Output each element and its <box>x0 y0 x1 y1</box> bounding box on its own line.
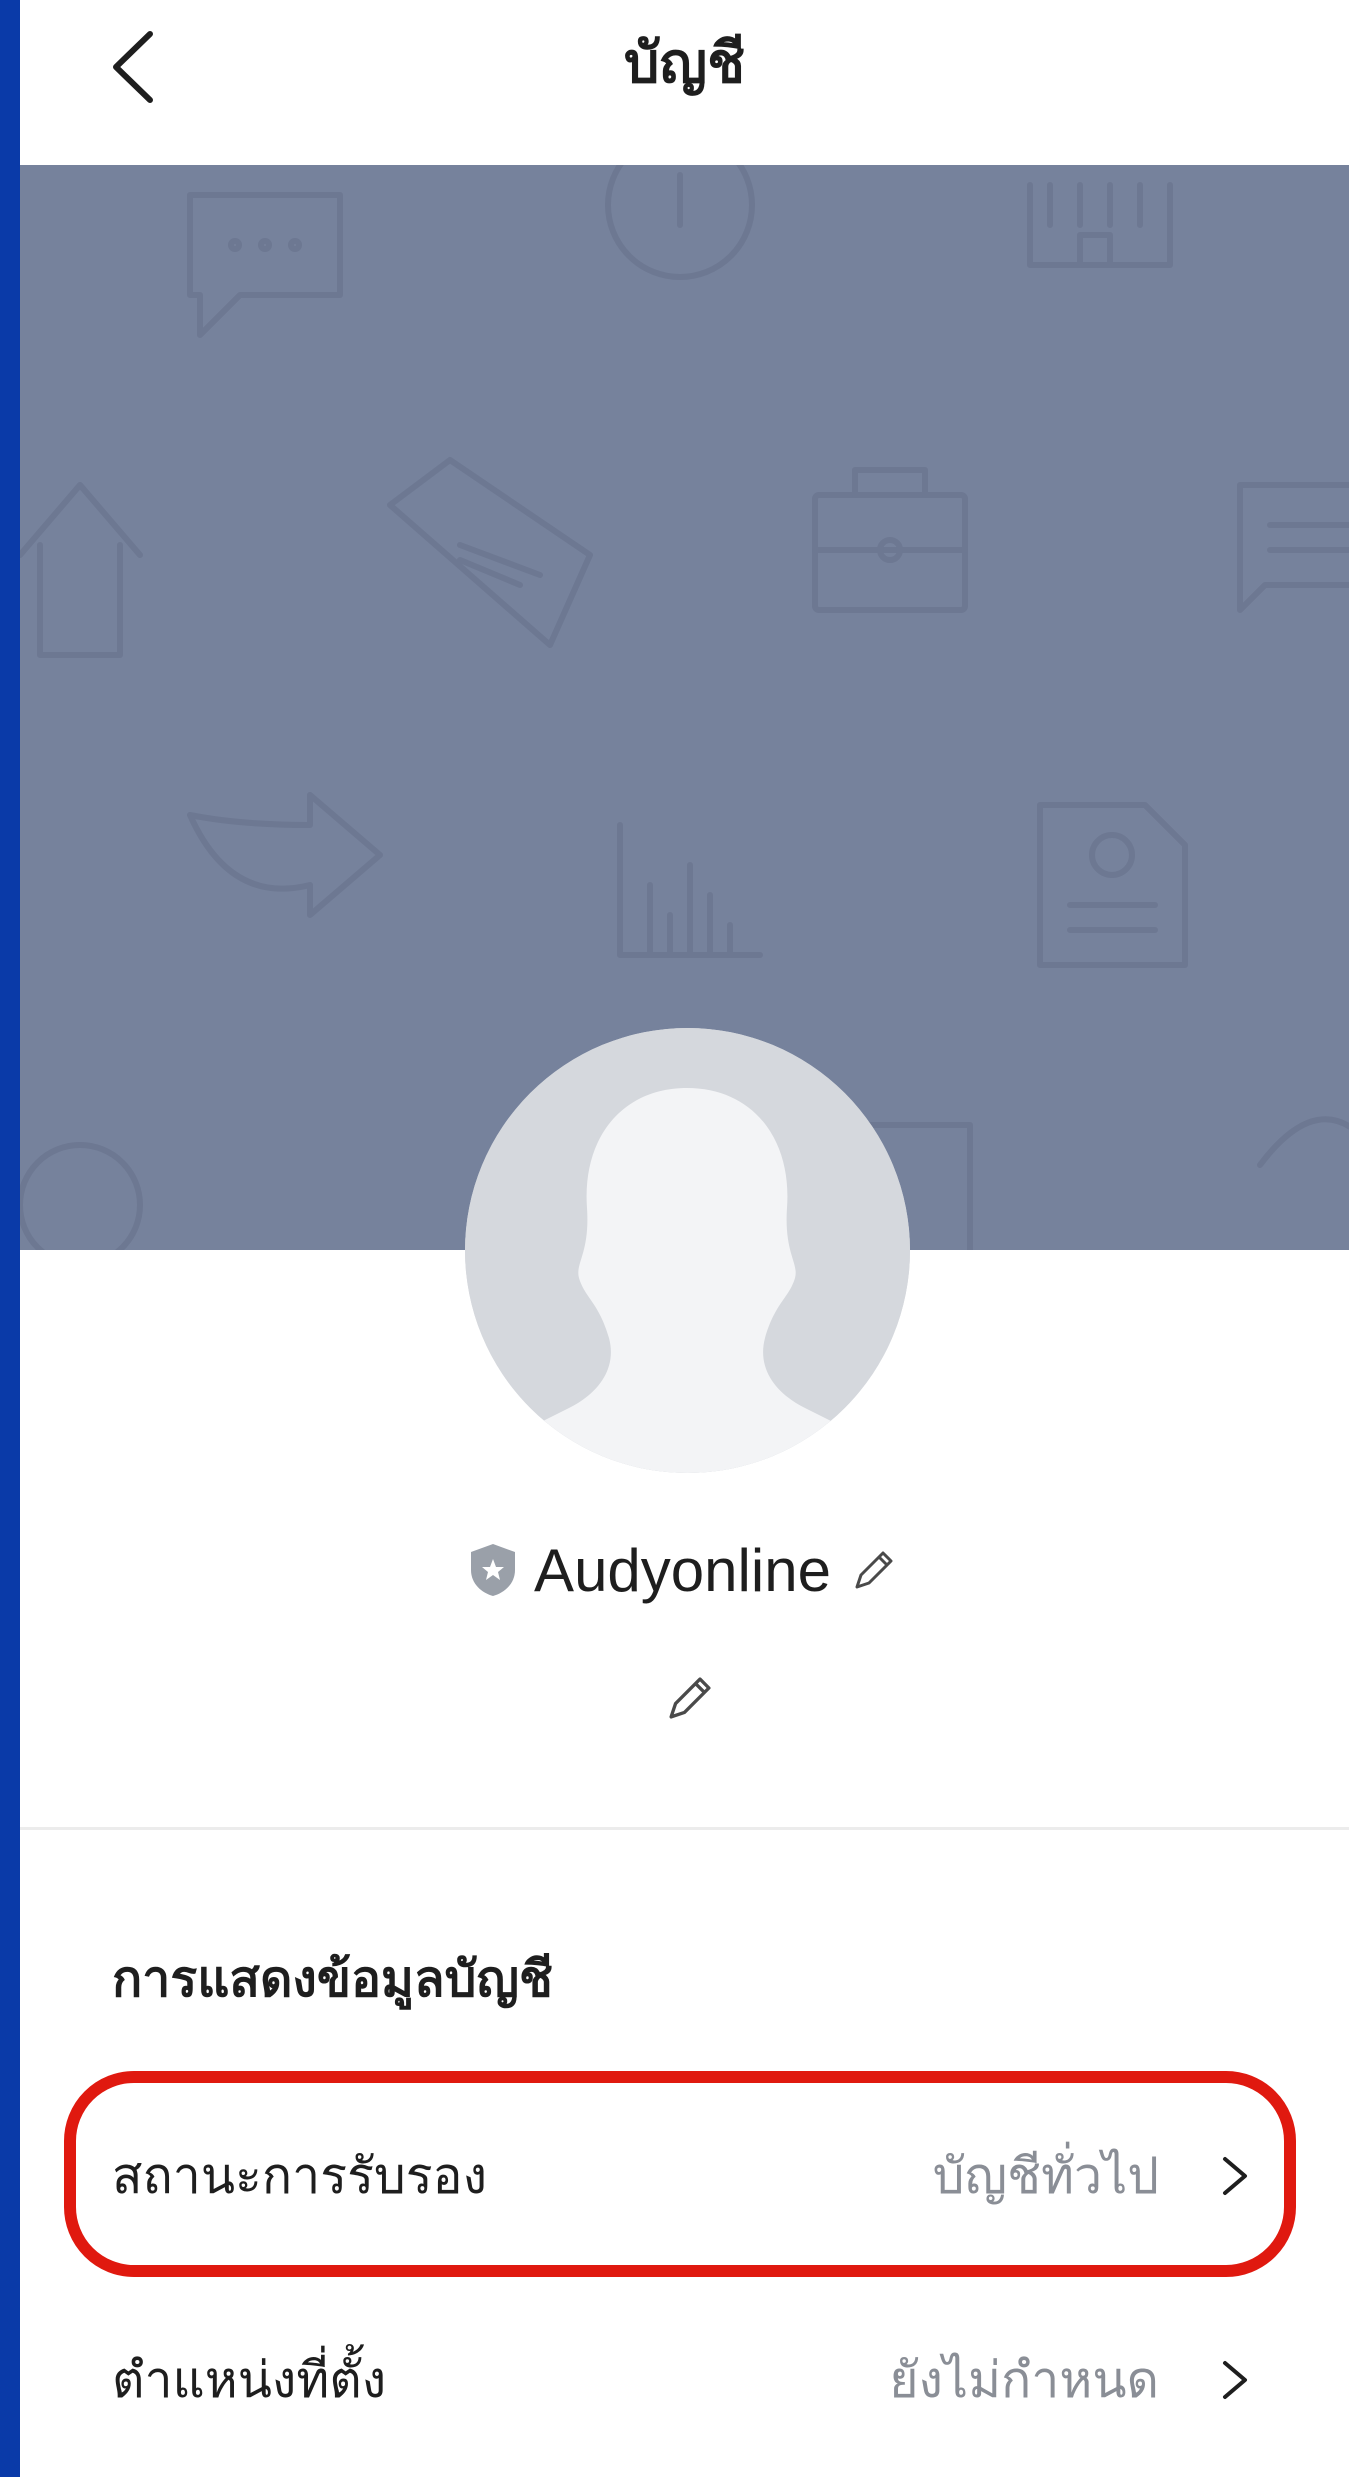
section-divider <box>20 1827 1349 1830</box>
shield-badge-icon <box>468 1542 518 1598</box>
edit-name-button[interactable] <box>847 1543 901 1597</box>
pencil-icon <box>669 1677 711 1719</box>
left-edge-strip <box>0 0 20 2477</box>
section-title: การแสดงข้อมูลบัญชี <box>112 1950 553 2008</box>
profile-name: Audyonline <box>534 1536 831 1604</box>
row-label: ตำแหน่งที่ตั้ง <box>112 2350 387 2409</box>
row-location[interactable]: ตำแหน่งที่ตั้ง ยังไม่กำหนด <box>20 2310 1349 2450</box>
profile-avatar[interactable] <box>465 1028 910 1473</box>
profile-name-row: Audyonline <box>20 1530 1349 1610</box>
chevron-right-icon <box>1211 2357 1257 2403</box>
top-bar: บัญชี <box>20 0 1349 165</box>
page-title: บัญชี <box>623 31 746 96</box>
pencil-icon <box>855 1551 893 1589</box>
edit-status-message-button[interactable] <box>660 1668 726 1734</box>
highlight-outline <box>64 2071 1296 2277</box>
account-screen: บัญชี Audyonline การแสดงข้อมูลบัญชี สถาน… <box>20 0 1349 2477</box>
default-person-icon <box>465 1028 910 1473</box>
row-value: ยังไม่กำหนด <box>889 2350 1159 2409</box>
